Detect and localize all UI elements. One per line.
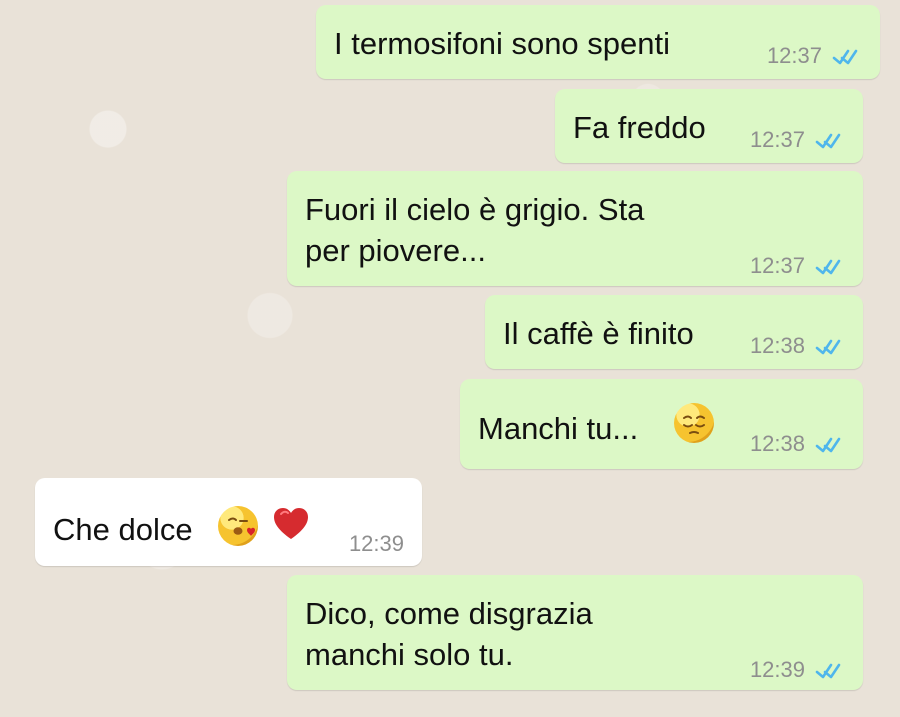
message-text-line-1: Fuori il cielo è grigio. Sta	[305, 192, 645, 227]
message-text-line-2: manchi solo tu.	[305, 637, 514, 672]
message-meta: 12:39	[750, 659, 845, 681]
message-bubble-7[interactable]: Dico, come disgrazia manchi solo tu. 12:…	[287, 575, 863, 690]
message-text: Che dolce	[53, 512, 193, 547]
message-time: 12:38	[749, 333, 805, 358]
message-bubble-1[interactable]: I termosifoni sono spenti 12:37	[316, 5, 880, 79]
double-check-icon	[815, 435, 845, 453]
message-meta: 12:38	[750, 433, 845, 455]
message-text-line-2: per piovere...	[305, 233, 486, 268]
message-bubble-3[interactable]: Fuori il cielo è grigio. Sta per piovere…	[287, 171, 863, 286]
double-check-icon	[815, 337, 845, 355]
double-check-icon	[832, 47, 862, 65]
message-text: Manchi tu...	[478, 411, 639, 446]
double-check-icon	[815, 257, 845, 275]
message-time: 12:37	[766, 43, 822, 68]
message-time: 12:37	[749, 127, 805, 152]
message-time: 12:38	[749, 431, 805, 456]
message-bubble-5[interactable]: Manchi tu... 12:38	[460, 379, 863, 469]
message-text-line-1: Dico, come disgrazia	[305, 596, 593, 631]
message-text: Fa freddo	[573, 110, 706, 145]
message-bubble-2[interactable]: Fa freddo 12:37	[555, 89, 863, 163]
message-text: I termosifoni sono spenti	[334, 26, 671, 61]
message-time: 12:39	[348, 531, 404, 556]
double-check-icon	[815, 661, 845, 679]
message-meta: 12:37	[767, 45, 862, 67]
pensive-face-emoji	[674, 403, 714, 443]
message-meta: 12:37	[750, 129, 845, 151]
message-bubble-4[interactable]: Il caffè è finito 12:38	[485, 295, 863, 369]
message-time: 12:37	[749, 253, 805, 278]
message-text: Il caffè è finito	[503, 316, 694, 351]
message-meta: 12:38	[750, 335, 845, 357]
message-meta: 12:39	[349, 533, 404, 555]
kissing-heart-emoji	[218, 506, 258, 546]
red-heart-emoji	[270, 504, 312, 544]
message-meta: 12:37	[750, 255, 845, 277]
message-time: 12:39	[749, 657, 805, 682]
message-bubble-6[interactable]: Che dolce 12:39	[35, 478, 422, 566]
double-check-icon	[815, 131, 845, 149]
